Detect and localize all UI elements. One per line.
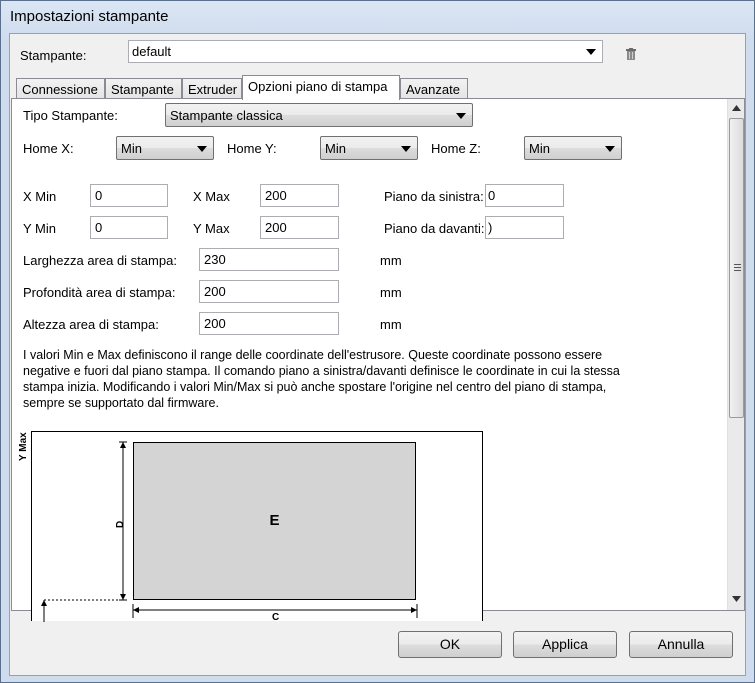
scroll-thumb[interactable]: [729, 118, 744, 418]
home-x-select[interactable]: Min: [116, 136, 214, 160]
printer-select[interactable]: default: [128, 40, 603, 63]
bed-front-input[interactable]: ): [485, 216, 564, 239]
print-depth-label: Profondità area di stampa:: [23, 285, 176, 300]
home-z-select[interactable]: Min: [524, 136, 622, 160]
printer-type-value: Stampante classica: [170, 108, 283, 123]
x-min-label: X Min: [23, 189, 57, 204]
diagram-c-label: C: [272, 612, 280, 623]
x-max-input[interactable]: 200: [260, 184, 339, 207]
printer-select-value: default: [132, 44, 172, 59]
printer-label: Stampante:: [20, 48, 87, 63]
printer-type-label: Tipo Stampante:: [23, 108, 118, 123]
home-y-value: Min: [325, 141, 346, 156]
bed-diagram: E D C: [31, 431, 483, 623]
grip-line: [734, 267, 741, 268]
home-y-select[interactable]: Min: [320, 136, 418, 160]
title-bar: Impostazioni stampante: [1, 1, 754, 33]
diagram-dimension-lines: [41, 441, 418, 622]
home-z-value: Min: [529, 141, 550, 156]
x-max-label: X Max: [193, 189, 230, 204]
chevron-down-icon: [197, 146, 207, 152]
diagram-d-label: D: [115, 520, 126, 528]
tab-opzioni-piano[interactable]: Opzioni piano di stampa: [242, 75, 400, 100]
home-x-value: Min: [121, 141, 142, 156]
print-depth-input[interactable]: 200: [199, 280, 339, 303]
x-min-input[interactable]: 0: [90, 184, 168, 207]
bed-left-input[interactable]: 0: [485, 184, 564, 207]
home-z-label: Home Z:: [431, 141, 481, 156]
scroll-up-icon[interactable]: [732, 105, 741, 111]
scroll-down-icon[interactable]: [732, 596, 741, 602]
trash-icon[interactable]: [626, 48, 636, 60]
tab-connessione[interactable]: Connessione: [16, 78, 105, 100]
chevron-down-icon: [605, 146, 615, 152]
tab-avanzate[interactable]: Avanzate: [400, 78, 468, 100]
y-min-label: Y Min: [23, 221, 56, 236]
settings-window: Impostazioni stampante Stampante: defaul…: [0, 0, 755, 683]
window-title: Impostazioni stampante: [10, 8, 169, 25]
grip-line: [734, 264, 741, 265]
tab-stampante[interactable]: Stampante: [105, 78, 182, 100]
vertical-scrollbar[interactable]: [727, 99, 744, 610]
y-max-input[interactable]: 200: [260, 216, 339, 239]
print-width-unit: mm: [380, 253, 402, 268]
description-text: I valori Min e Max definiscono il range …: [23, 348, 620, 410]
y-min-input[interactable]: 0: [90, 216, 168, 239]
print-width-label: Larghezza area di stampa:: [23, 253, 177, 268]
home-x-label: Home X:: [23, 141, 74, 156]
home-y-label: Home Y:: [227, 141, 277, 156]
chevron-down-icon: [401, 146, 411, 152]
grip-line: [734, 270, 741, 271]
diagram-ymax-label: Y Max: [18, 432, 29, 461]
tab-panel: Tipo Stampante: Stampante classica Home …: [11, 98, 745, 623]
apply-button[interactable]: Applica: [513, 631, 617, 658]
chevron-down-icon: [586, 49, 596, 55]
print-width-input[interactable]: 230: [199, 248, 339, 271]
print-height-unit: mm: [380, 317, 402, 332]
y-max-label: Y Max: [193, 221, 230, 236]
dialog-client: Stampante: default Connessione Stampante…: [9, 33, 746, 676]
print-height-input[interactable]: 200: [199, 312, 339, 335]
chevron-down-icon: [456, 113, 466, 119]
print-depth-unit: mm: [380, 285, 402, 300]
cancel-button[interactable]: Annulla: [629, 631, 733, 658]
bed-front-label: Piano da davanti:: [384, 221, 485, 236]
bed-left-label: Piano da sinistra:: [384, 189, 484, 204]
ok-button[interactable]: OK: [398, 631, 502, 658]
printer-type-select[interactable]: Stampante classica: [165, 103, 473, 127]
tab-extruder[interactable]: Extruder: [182, 78, 242, 100]
print-height-label: Altezza area di stampa:: [23, 317, 159, 332]
